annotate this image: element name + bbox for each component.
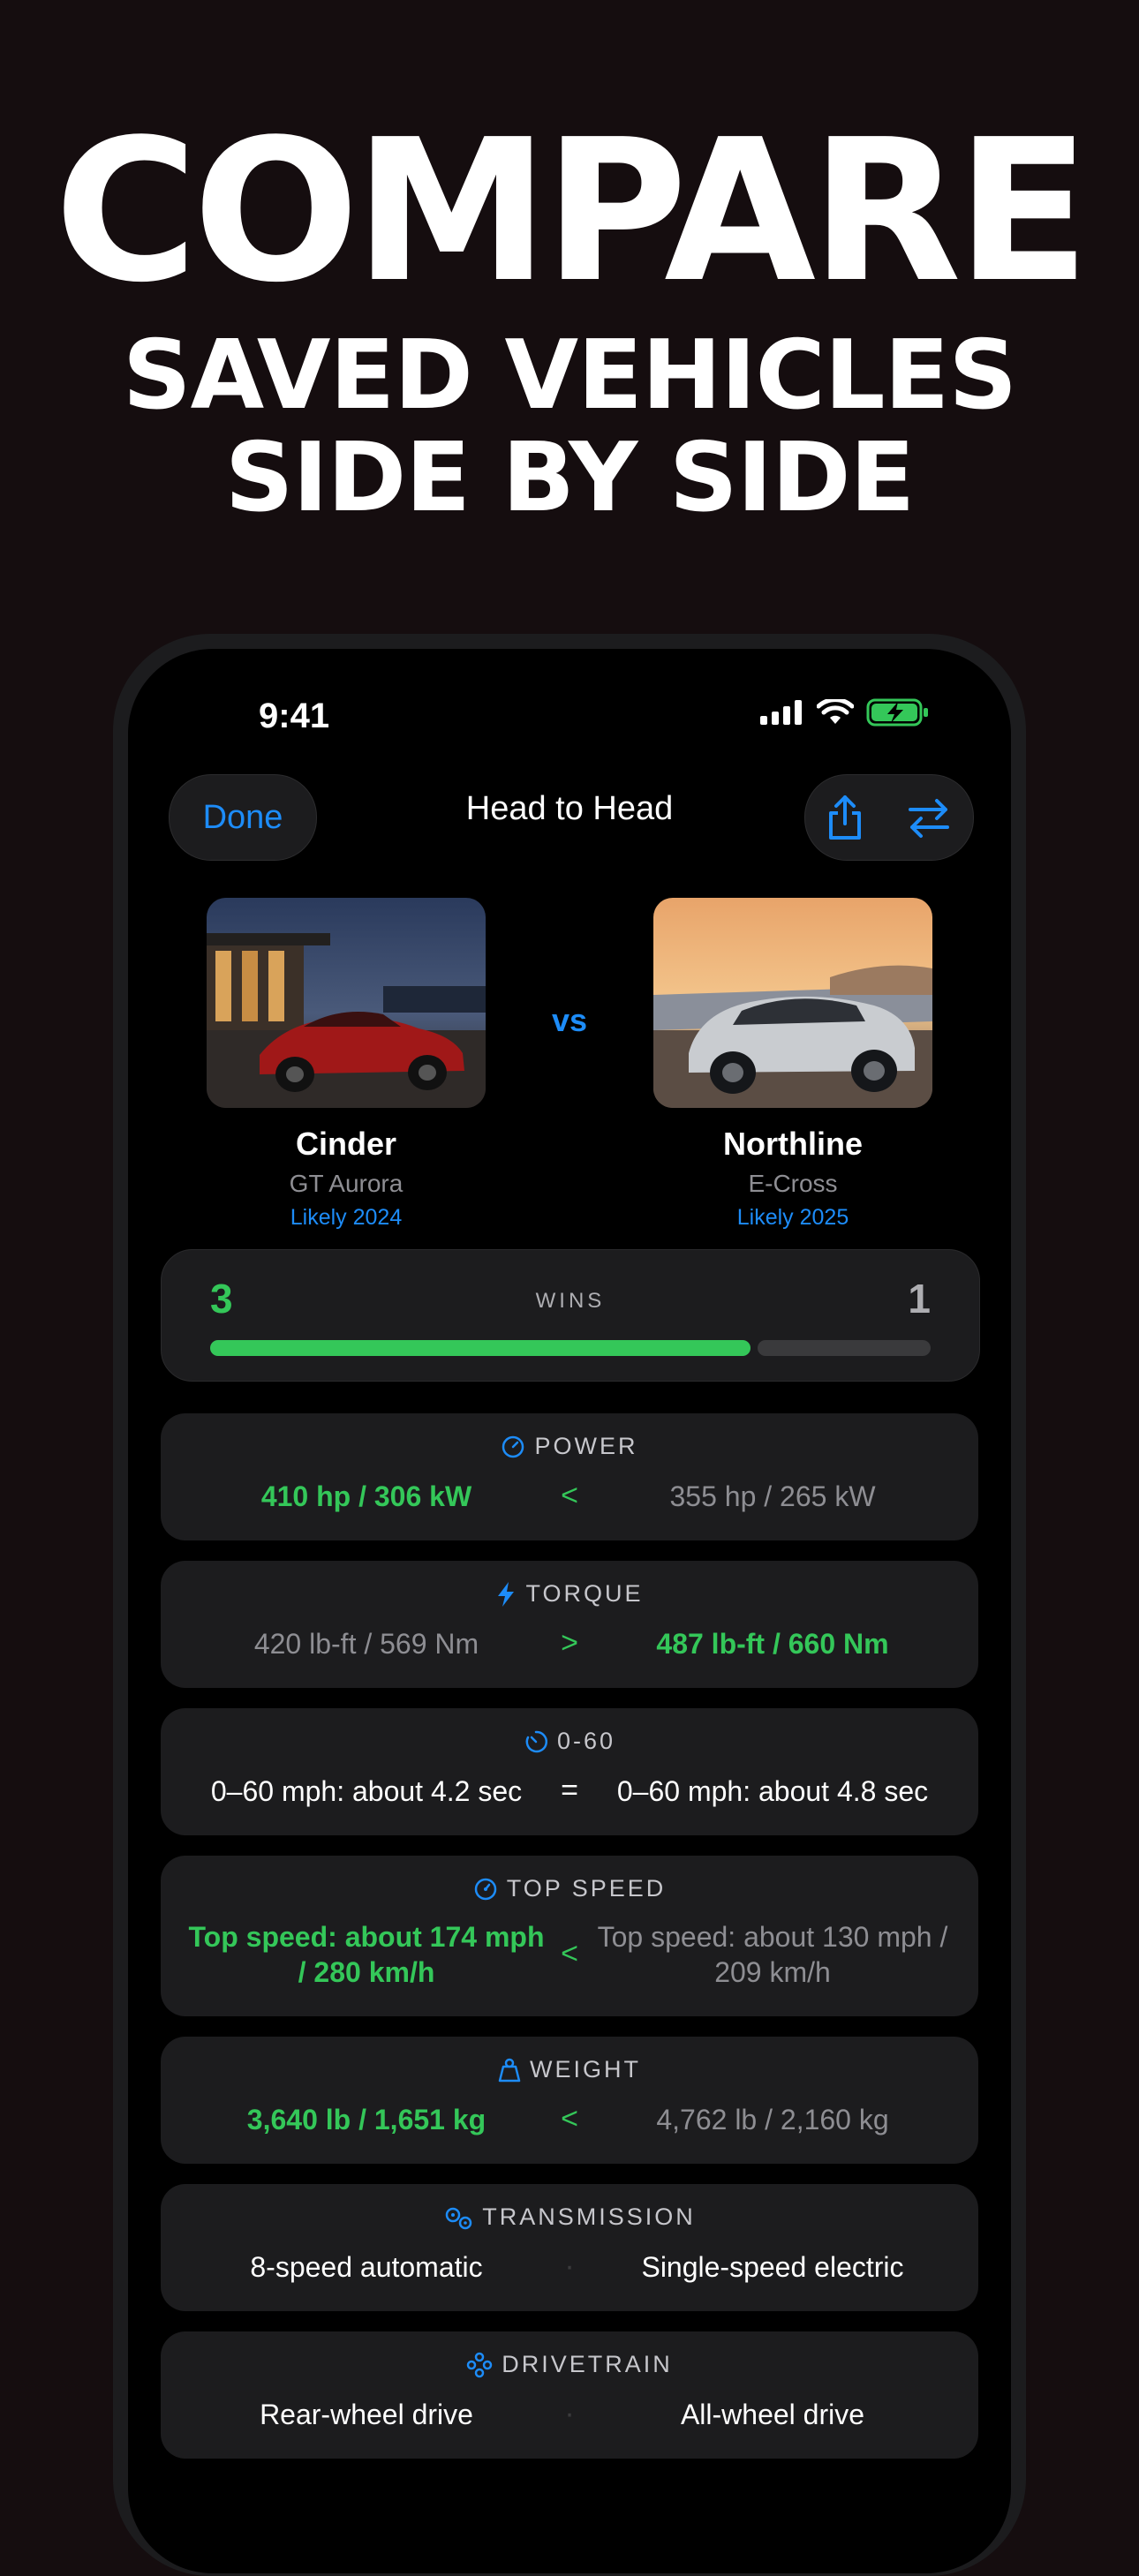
spec-label-torque: TORQUE: [525, 1580, 644, 1607]
car-model-right: E-Cross: [748, 1170, 838, 1197]
spec-left-torque: 420 lb-ft / 569 Nm: [253, 1628, 479, 1660]
spec-label-weight: WEIGHT: [530, 2056, 641, 2083]
drivetrain-icon: [466, 2352, 493, 2377]
weight-icon: [498, 2058, 521, 2082]
compare-indicator-zero-sixty: =: [561, 1774, 578, 1807]
spec-left-drivetrain: Rear-wheel drive: [260, 2399, 473, 2430]
spec-card-zero-sixty: 0-60 0–60 mph: about 4.2 sec = 0–60 mph:…: [161, 1708, 978, 1835]
car-year-left: Likely 2024: [290, 1205, 403, 1230]
car-year-right: Likely 2025: [736, 1205, 849, 1230]
timer-icon: [525, 1730, 547, 1752]
spec-label-zero-sixty: 0-60: [556, 1728, 616, 1754]
spec-left-zero-sixty: 0–60 mph: about 4.2 sec: [210, 1775, 523, 1807]
spec-card-power: POWER 410 hp / 306 kW < 355 hp / 265 kW: [161, 1413, 978, 1540]
spec-card-weight: WEIGHT 3,640 lb / 1,651 kg < 4,762 lb / …: [161, 2037, 978, 2164]
wins-bar-right: [758, 1340, 931, 1356]
spec-left-top-speed: Top speed: about 174 mph / 280 km/h: [188, 1921, 545, 1988]
swap-arrows-icon[interactable]: [905, 794, 953, 841]
nav-actions: [804, 774, 974, 861]
compare-indicator-torque: >: [561, 1626, 578, 1660]
compare-indicator-top-speed: <: [561, 1937, 578, 1970]
spec-right-top-speed: Top speed: about 130 mph / 209 km/h: [597, 1921, 948, 1988]
hero-title: COMPARE: [54, 98, 1090, 326]
compare-indicator-drivetrain: ·: [564, 2397, 575, 2430]
speedometer-icon: [474, 1878, 496, 1900]
compare-indicator-weight: <: [561, 2102, 578, 2135]
spec-right-transmission: Single-speed electric: [641, 2251, 904, 2283]
spec-right-zero-sixty: 0–60 mph: about 4.8 sec: [616, 1775, 929, 1807]
spec-left-weight: 3,640 lb / 1,651 kg: [246, 2104, 487, 2135]
cellular-signal-icon: [760, 700, 802, 725]
phone-screen: 9:41 Done Head to Head vs Cinder GT Auro…: [128, 649, 1011, 2573]
spec-right-drivetrain: All-wheel drive: [680, 2399, 865, 2430]
car-photo-left[interactable]: [207, 898, 486, 1108]
compare-indicator-transmission: ·: [564, 2249, 575, 2283]
car-name-right: Northline: [723, 1126, 863, 1162]
status-time: 9:41: [259, 697, 330, 735]
bolt-icon: [498, 1581, 515, 1607]
spec-right-torque: 487 lb-ft / 660 Nm: [656, 1628, 889, 1660]
spec-card-transmission: TRANSMISSION 8-speed automatic · Single-…: [161, 2184, 978, 2311]
wins-card: 3 WINS 1: [161, 1249, 980, 1382]
spec-card-top-speed: TOP SPEED Top speed: about 174 mph / 280…: [161, 1856, 978, 2016]
compare-indicator-power: <: [561, 1479, 578, 1512]
spec-card-drivetrain: DRIVETRAIN Rear-wheel drive · All-wheel …: [161, 2331, 978, 2459]
spec-right-weight: 4,762 lb / 2,160 kg: [656, 2104, 889, 2135]
wins-right-count: 1: [908, 1276, 931, 1322]
wins-label: WINS: [535, 1289, 606, 1313]
battery-charging-icon: [866, 698, 928, 727]
wifi-icon: [817, 699, 854, 724]
spec-right-power: 355 hp / 265 kW: [669, 1480, 876, 1512]
car-photo-right[interactable]: [653, 898, 932, 1108]
car-model-left: GT Aurora: [289, 1170, 404, 1197]
spec-label-top-speed: TOP SPEED: [506, 1875, 667, 1902]
spec-card-torque: TORQUE 420 lb-ft / 569 Nm > 487 lb-ft / …: [161, 1561, 978, 1688]
spec-left-power: 410 hp / 306 kW: [260, 1480, 472, 1512]
hero-subtitle-line1: SAVED VEHICLES: [122, 320, 1017, 431]
car-name-left: Cinder: [295, 1126, 396, 1162]
wins-bar-left: [210, 1340, 751, 1356]
status-icons: [760, 698, 930, 727]
spec-label-transmission: TRANSMISSION: [482, 2203, 696, 2230]
spec-label-power: POWER: [534, 1433, 638, 1459]
spec-label-drivetrain: DRIVETRAIN: [502, 2351, 673, 2377]
vs-label: vs: [551, 1002, 588, 1038]
hero-subtitle-line2: SIDE BY SIDE: [224, 423, 916, 533]
gears-icon: [445, 2207, 472, 2229]
share-icon[interactable]: [826, 794, 864, 841]
spec-left-transmission: 8-speed automatic: [250, 2251, 483, 2283]
gauge-icon: [502, 1435, 524, 1457]
